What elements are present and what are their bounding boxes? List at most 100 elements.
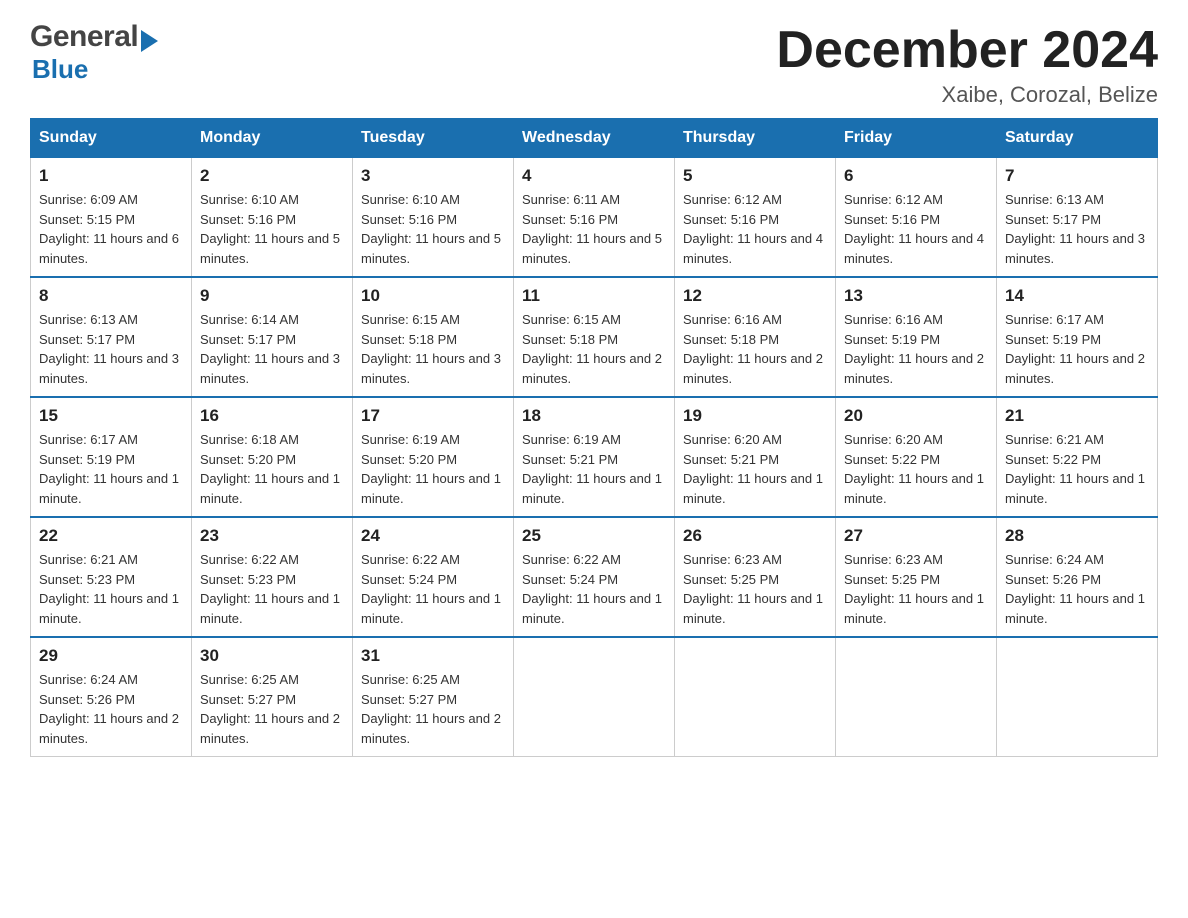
calendar-week-row: 15 Sunrise: 6:17 AMSunset: 5:19 PMDaylig…	[31, 397, 1158, 517]
day-info: Sunrise: 6:15 AMSunset: 5:18 PMDaylight:…	[522, 312, 662, 386]
calendar-cell: 26 Sunrise: 6:23 AMSunset: 5:25 PMDaylig…	[675, 517, 836, 637]
calendar-cell	[997, 637, 1158, 757]
day-info: Sunrise: 6:20 AMSunset: 5:21 PMDaylight:…	[683, 432, 823, 506]
day-number: 31	[361, 646, 505, 666]
day-info: Sunrise: 6:16 AMSunset: 5:19 PMDaylight:…	[844, 312, 984, 386]
calendar-cell: 28 Sunrise: 6:24 AMSunset: 5:26 PMDaylig…	[997, 517, 1158, 637]
day-info: Sunrise: 6:17 AMSunset: 5:19 PMDaylight:…	[39, 432, 179, 506]
calendar-cell: 16 Sunrise: 6:18 AMSunset: 5:20 PMDaylig…	[192, 397, 353, 517]
calendar-cell: 27 Sunrise: 6:23 AMSunset: 5:25 PMDaylig…	[836, 517, 997, 637]
day-info: Sunrise: 6:24 AMSunset: 5:26 PMDaylight:…	[1005, 552, 1145, 626]
day-number: 14	[1005, 286, 1149, 306]
day-number: 28	[1005, 526, 1149, 546]
day-info: Sunrise: 6:17 AMSunset: 5:19 PMDaylight:…	[1005, 312, 1145, 386]
logo-blue-text: Blue	[32, 54, 88, 85]
calendar-cell: 6 Sunrise: 6:12 AMSunset: 5:16 PMDayligh…	[836, 158, 997, 278]
day-info: Sunrise: 6:10 AMSunset: 5:16 PMDaylight:…	[361, 192, 501, 266]
day-number: 30	[200, 646, 344, 666]
day-info: Sunrise: 6:10 AMSunset: 5:16 PMDaylight:…	[200, 192, 340, 266]
weekday-header-row: SundayMondayTuesdayWednesdayThursdayFrid…	[31, 119, 1158, 158]
day-info: Sunrise: 6:25 AMSunset: 5:27 PMDaylight:…	[361, 672, 501, 746]
day-number: 29	[39, 646, 183, 666]
page-header: General Blue December 2024 Xaibe, Coroza…	[30, 20, 1158, 108]
calendar-cell: 22 Sunrise: 6:21 AMSunset: 5:23 PMDaylig…	[31, 517, 192, 637]
weekday-header-thursday: Thursday	[675, 119, 836, 158]
day-number: 7	[1005, 166, 1149, 186]
day-number: 16	[200, 406, 344, 426]
day-info: Sunrise: 6:14 AMSunset: 5:17 PMDaylight:…	[200, 312, 340, 386]
day-number: 5	[683, 166, 827, 186]
day-number: 6	[844, 166, 988, 186]
day-number: 3	[361, 166, 505, 186]
day-number: 23	[200, 526, 344, 546]
day-info: Sunrise: 6:11 AMSunset: 5:16 PMDaylight:…	[522, 192, 662, 266]
calendar-cell: 4 Sunrise: 6:11 AMSunset: 5:16 PMDayligh…	[514, 158, 675, 278]
calendar-cell: 2 Sunrise: 6:10 AMSunset: 5:16 PMDayligh…	[192, 158, 353, 278]
calendar-cell: 30 Sunrise: 6:25 AMSunset: 5:27 PMDaylig…	[192, 637, 353, 757]
logo: General Blue	[30, 20, 158, 85]
calendar-cell: 15 Sunrise: 6:17 AMSunset: 5:19 PMDaylig…	[31, 397, 192, 517]
day-number: 1	[39, 166, 183, 186]
calendar-cell: 14 Sunrise: 6:17 AMSunset: 5:19 PMDaylig…	[997, 277, 1158, 397]
calendar-cell: 12 Sunrise: 6:16 AMSunset: 5:18 PMDaylig…	[675, 277, 836, 397]
calendar-cell: 5 Sunrise: 6:12 AMSunset: 5:16 PMDayligh…	[675, 158, 836, 278]
day-number: 27	[844, 526, 988, 546]
month-title: December 2024	[776, 20, 1158, 80]
day-number: 21	[1005, 406, 1149, 426]
day-info: Sunrise: 6:16 AMSunset: 5:18 PMDaylight:…	[683, 312, 823, 386]
calendar-cell: 18 Sunrise: 6:19 AMSunset: 5:21 PMDaylig…	[514, 397, 675, 517]
day-number: 10	[361, 286, 505, 306]
day-info: Sunrise: 6:19 AMSunset: 5:20 PMDaylight:…	[361, 432, 501, 506]
day-number: 17	[361, 406, 505, 426]
calendar-cell	[836, 637, 997, 757]
calendar-cell	[514, 637, 675, 757]
calendar-week-row: 29 Sunrise: 6:24 AMSunset: 5:26 PMDaylig…	[31, 637, 1158, 757]
day-info: Sunrise: 6:24 AMSunset: 5:26 PMDaylight:…	[39, 672, 179, 746]
calendar-week-row: 22 Sunrise: 6:21 AMSunset: 5:23 PMDaylig…	[31, 517, 1158, 637]
calendar-week-row: 8 Sunrise: 6:13 AMSunset: 5:17 PMDayligh…	[31, 277, 1158, 397]
calendar-cell: 10 Sunrise: 6:15 AMSunset: 5:18 PMDaylig…	[353, 277, 514, 397]
day-info: Sunrise: 6:12 AMSunset: 5:16 PMDaylight:…	[683, 192, 823, 266]
calendar-cell: 17 Sunrise: 6:19 AMSunset: 5:20 PMDaylig…	[353, 397, 514, 517]
title-block: December 2024 Xaibe, Corozal, Belize	[776, 20, 1158, 108]
calendar-cell: 21 Sunrise: 6:21 AMSunset: 5:22 PMDaylig…	[997, 397, 1158, 517]
day-info: Sunrise: 6:22 AMSunset: 5:24 PMDaylight:…	[522, 552, 662, 626]
weekday-header-friday: Friday	[836, 119, 997, 158]
weekday-header-tuesday: Tuesday	[353, 119, 514, 158]
day-number: 4	[522, 166, 666, 186]
day-number: 9	[200, 286, 344, 306]
calendar-cell: 31 Sunrise: 6:25 AMSunset: 5:27 PMDaylig…	[353, 637, 514, 757]
day-number: 18	[522, 406, 666, 426]
weekday-header-saturday: Saturday	[997, 119, 1158, 158]
day-info: Sunrise: 6:15 AMSunset: 5:18 PMDaylight:…	[361, 312, 501, 386]
day-info: Sunrise: 6:23 AMSunset: 5:25 PMDaylight:…	[683, 552, 823, 626]
logo-arrow-icon	[141, 30, 158, 52]
day-number: 12	[683, 286, 827, 306]
calendar-table: SundayMondayTuesdayWednesdayThursdayFrid…	[30, 118, 1158, 757]
day-info: Sunrise: 6:22 AMSunset: 5:23 PMDaylight:…	[200, 552, 340, 626]
calendar-cell: 19 Sunrise: 6:20 AMSunset: 5:21 PMDaylig…	[675, 397, 836, 517]
day-number: 25	[522, 526, 666, 546]
calendar-cell: 7 Sunrise: 6:13 AMSunset: 5:17 PMDayligh…	[997, 158, 1158, 278]
day-info: Sunrise: 6:19 AMSunset: 5:21 PMDaylight:…	[522, 432, 662, 506]
weekday-header-monday: Monday	[192, 119, 353, 158]
day-info: Sunrise: 6:09 AMSunset: 5:15 PMDaylight:…	[39, 192, 179, 266]
day-info: Sunrise: 6:13 AMSunset: 5:17 PMDaylight:…	[39, 312, 179, 386]
day-number: 26	[683, 526, 827, 546]
calendar-cell: 23 Sunrise: 6:22 AMSunset: 5:23 PMDaylig…	[192, 517, 353, 637]
logo-general-text: General	[30, 20, 138, 54]
day-number: 19	[683, 406, 827, 426]
day-info: Sunrise: 6:13 AMSunset: 5:17 PMDaylight:…	[1005, 192, 1145, 266]
day-info: Sunrise: 6:21 AMSunset: 5:22 PMDaylight:…	[1005, 432, 1145, 506]
calendar-cell: 3 Sunrise: 6:10 AMSunset: 5:16 PMDayligh…	[353, 158, 514, 278]
day-number: 20	[844, 406, 988, 426]
calendar-cell	[675, 637, 836, 757]
day-info: Sunrise: 6:21 AMSunset: 5:23 PMDaylight:…	[39, 552, 179, 626]
calendar-cell: 25 Sunrise: 6:22 AMSunset: 5:24 PMDaylig…	[514, 517, 675, 637]
day-info: Sunrise: 6:20 AMSunset: 5:22 PMDaylight:…	[844, 432, 984, 506]
calendar-cell: 11 Sunrise: 6:15 AMSunset: 5:18 PMDaylig…	[514, 277, 675, 397]
day-number: 11	[522, 286, 666, 306]
day-number: 13	[844, 286, 988, 306]
calendar-cell: 24 Sunrise: 6:22 AMSunset: 5:24 PMDaylig…	[353, 517, 514, 637]
calendar-cell: 29 Sunrise: 6:24 AMSunset: 5:26 PMDaylig…	[31, 637, 192, 757]
